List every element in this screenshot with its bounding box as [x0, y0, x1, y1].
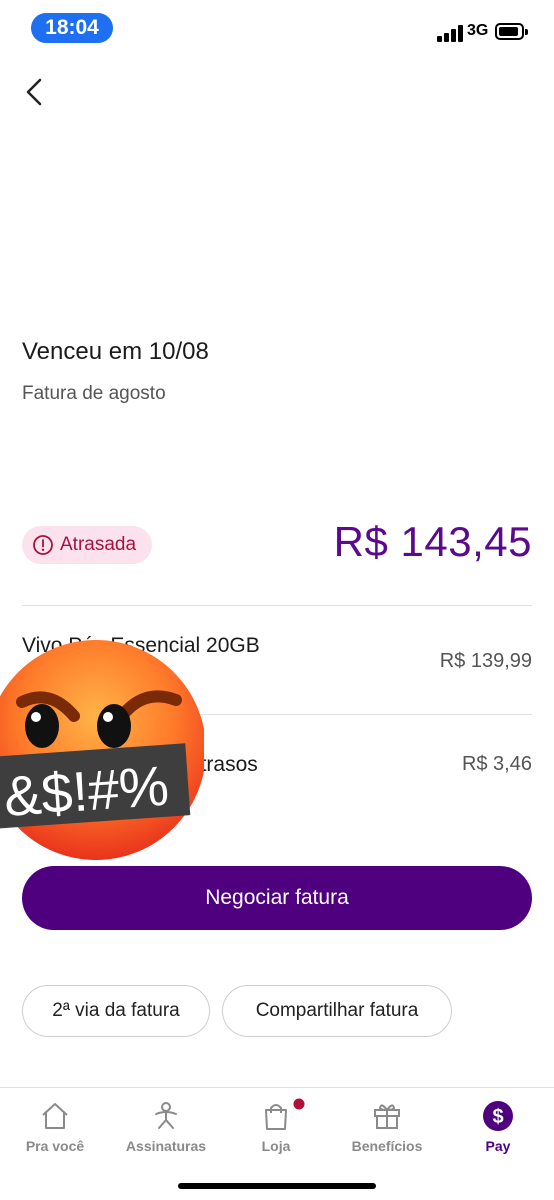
angry-face-sticker: &$!#%: [0, 640, 204, 860]
chevron-left-icon: [26, 78, 42, 106]
status-badge: Atrasada: [22, 526, 153, 564]
back-button[interactable]: [18, 74, 54, 110]
shopping-bag-icon: [265, 1104, 287, 1130]
signal-icon: [437, 24, 463, 42]
svg-text:$: $: [492, 1106, 503, 1128]
nav-item-loja[interactable]: Loja: [221, 1098, 331, 1162]
status-bar: 18:04 3G: [0, 0, 554, 60]
nav-label: Benefícios: [351, 1138, 423, 1154]
nav-item-pra-voce[interactable]: Pra você: [0, 1100, 110, 1162]
status-time: 18:04: [31, 13, 113, 43]
share-invoice-button[interactable]: Compartilhar fatura: [222, 985, 452, 1037]
negotiate-invoice-button[interactable]: Negociar fatura: [22, 866, 532, 930]
line-item-value: R$ 139,99: [439, 650, 532, 672]
nav-item-beneficios[interactable]: Benefícios: [332, 1100, 442, 1162]
invoice-subtitle: Fatura de agosto: [22, 383, 166, 404]
home-indicator: [178, 1183, 376, 1189]
home-icon: [42, 1103, 68, 1129]
duplicate-invoice-button[interactable]: 2ª via da fatura: [22, 985, 210, 1037]
nav-label: Loja: [261, 1138, 291, 1154]
nav-item-assinaturas[interactable]: Assinaturas: [111, 1100, 221, 1162]
divider: [22, 605, 532, 606]
due-date-title: Venceu em 10/08: [22, 338, 209, 365]
alert-circle-icon: [33, 535, 53, 555]
nav-label: Pra você: [25, 1138, 85, 1154]
nav-item-pay[interactable]: $ Pay: [443, 1100, 553, 1162]
notification-dot: [293, 1098, 305, 1110]
dollar-icon: $: [483, 1101, 513, 1131]
nav-label: Pay: [485, 1138, 511, 1154]
subscriptions-icon: [155, 1102, 177, 1129]
gift-icon: [374, 1104, 400, 1129]
battery-icon: [495, 23, 528, 40]
line-item-value: R$ 3,46: [461, 753, 532, 775]
network-type: 3G: [467, 22, 489, 39]
invoice-total: R$ 143,45: [333, 518, 532, 565]
status-badge-label: Atrasada: [60, 534, 137, 555]
sticker-text: &$!#%: [2, 754, 171, 828]
nav-label: Assinaturas: [125, 1138, 207, 1154]
